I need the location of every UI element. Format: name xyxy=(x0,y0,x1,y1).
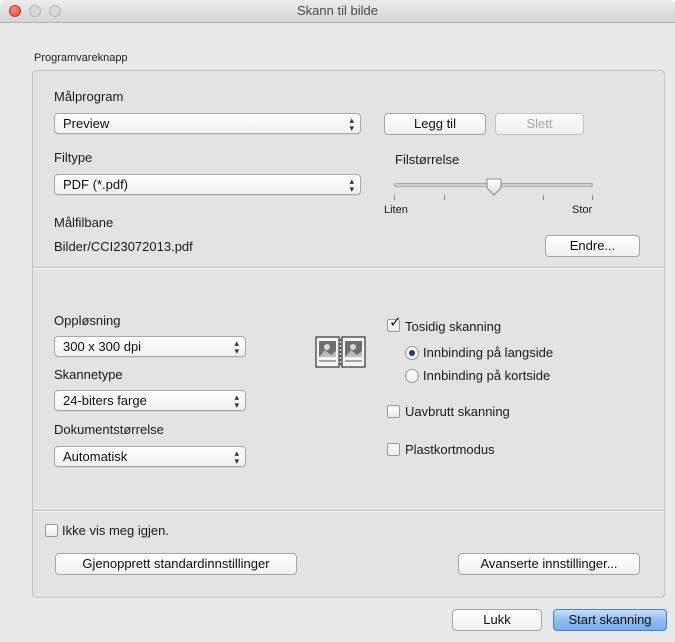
binding-short-radio[interactable] xyxy=(405,369,419,383)
select-arrows-icon: ▴ ▾ xyxy=(234,337,239,356)
duplex-pages-icon xyxy=(315,335,367,369)
select-arrows-icon: ▴ ▾ xyxy=(349,175,354,194)
close-button[interactable]: Lukk xyxy=(452,609,542,631)
duplex-checkbox[interactable]: ✓ xyxy=(387,315,402,332)
window-title: Skann til bilde xyxy=(297,3,378,18)
filesize-label: Filstørrelse xyxy=(395,152,460,167)
resolution-value: 300 x 300 dpi xyxy=(63,339,142,354)
plastic-card-label: Plastkortmodus xyxy=(405,442,495,457)
zoom-window-icon[interactable] xyxy=(49,5,61,17)
dont-show-checkbox[interactable] xyxy=(45,524,58,537)
filesize-max-label: Stor xyxy=(572,204,593,216)
delete-button[interactable]: Slett xyxy=(495,113,584,135)
select-arrows-icon: ▴ ▾ xyxy=(234,391,239,410)
filetype-label: Filtype xyxy=(54,150,93,165)
start-scan-button[interactable]: Start skanning xyxy=(553,609,667,631)
filesize-min-label: Liten xyxy=(384,204,408,216)
minimize-window-icon[interactable] xyxy=(29,5,41,17)
target-path-label: Målfilbane xyxy=(54,215,114,230)
group-label: Programvareknapp xyxy=(34,52,128,64)
filetype-value: PDF (*.pdf) xyxy=(63,177,129,192)
restore-defaults-button[interactable]: Gjenopprett standardinnstillinger xyxy=(55,553,297,575)
binding-long-label: Innbinding på langside xyxy=(423,345,554,360)
slider-tick xyxy=(543,195,544,200)
document-size-select[interactable]: Automatisk ▴ ▾ xyxy=(54,446,246,467)
binding-long-radio[interactable] xyxy=(405,346,419,360)
resolution-label: Oppløsning xyxy=(54,313,121,328)
document-size-label: Dokumentstørrelse xyxy=(54,422,164,437)
target-app-select[interactable]: Preview ▴ ▾ xyxy=(54,113,361,134)
document-size-value: Automatisk xyxy=(63,449,128,464)
change-path-button[interactable]: Endre... xyxy=(545,235,640,257)
advanced-settings-button[interactable]: Avanserte innstillinger... xyxy=(458,553,640,575)
target-path-value: Bilder/CCI23072013.pdf xyxy=(54,239,193,254)
scan-type-select[interactable]: 24-biters farge ▴ ▾ xyxy=(54,390,246,411)
target-app-value: Preview xyxy=(63,116,110,131)
scan-type-value: 24-biters farge xyxy=(63,393,147,408)
settings-group-box xyxy=(32,70,665,598)
checkmark-icon: ✓ xyxy=(389,314,402,331)
binding-short-label: Innbinding på kortside xyxy=(423,368,551,383)
filetype-select[interactable]: PDF (*.pdf) ▴ ▾ xyxy=(54,174,361,195)
target-app-label: Målprogram xyxy=(54,89,124,104)
radio-selected-dot xyxy=(409,350,415,356)
dont-show-label: Ikke vis meg igjen. xyxy=(62,523,169,538)
title-bar: Skann til bilde xyxy=(0,0,675,23)
slider-tick xyxy=(394,195,395,200)
slider-tick xyxy=(444,195,445,200)
select-arrows-icon: ▴ ▾ xyxy=(349,114,354,133)
section-divider xyxy=(33,510,664,512)
slider-tick xyxy=(592,195,593,200)
plastic-card-checkbox[interactable] xyxy=(387,443,400,456)
section-divider xyxy=(33,267,664,269)
continuous-scan-checkbox[interactable] xyxy=(387,405,400,418)
close-window-icon[interactable] xyxy=(9,5,21,17)
resolution-select[interactable]: 300 x 300 dpi ▴ ▾ xyxy=(54,336,246,357)
continuous-scan-label: Uavbrutt skanning xyxy=(405,404,510,419)
add-button[interactable]: Legg til xyxy=(384,113,486,135)
scan-type-label: Skannetype xyxy=(54,367,123,382)
filesize-slider-knob[interactable] xyxy=(486,178,502,196)
select-arrows-icon: ▴ ▾ xyxy=(234,447,239,466)
duplex-label: Tosidig skanning xyxy=(405,319,502,334)
